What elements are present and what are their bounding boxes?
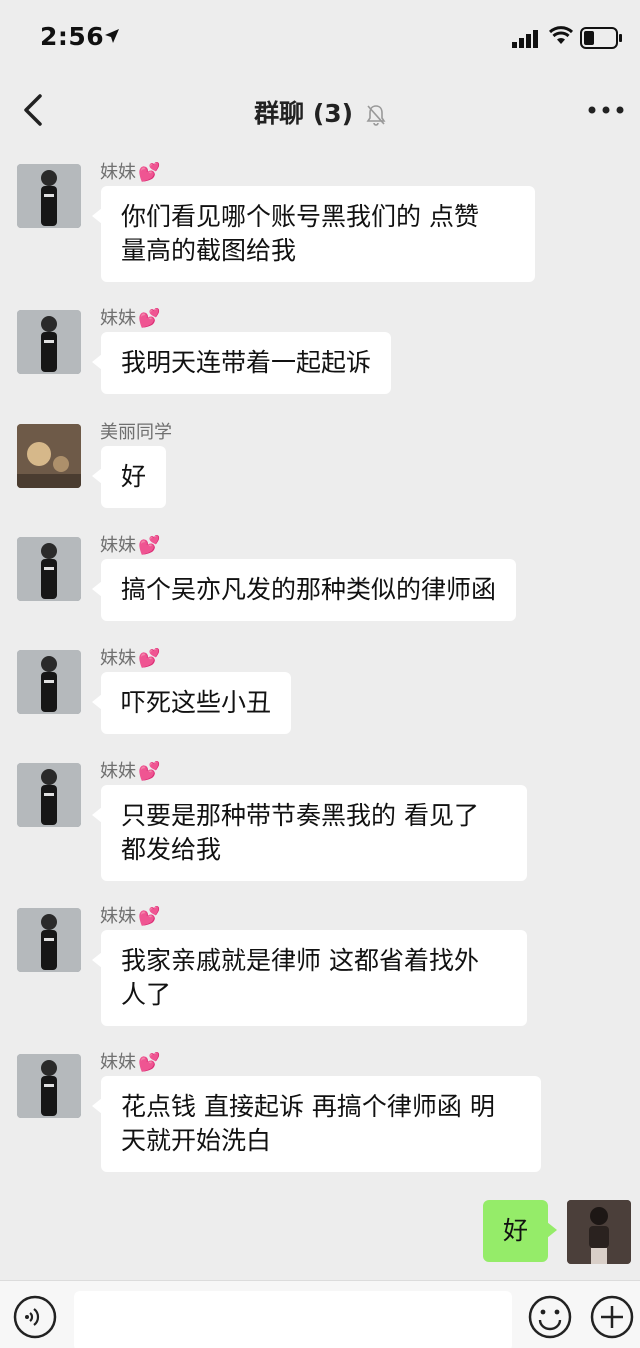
avatar[interactable]	[17, 1054, 81, 1118]
sender-name: 妹妹 💕	[100, 158, 160, 184]
message-bubble[interactable]: 我明天连带着一起起诉	[91, 332, 392, 394]
avatar-person-icon	[17, 1054, 81, 1118]
heart-emoji: 💕	[138, 1052, 161, 1073]
sender-name: 妹妹 💕	[100, 644, 160, 670]
avatar-person-icon	[17, 650, 81, 714]
voice-button[interactable]	[13, 1295, 57, 1339]
message-bubble[interactable]: 你们看见哪个账号黑我们的 点赞 量高的截图给我	[92, 186, 535, 282]
message-line: 好	[121, 462, 147, 491]
sender-label: 妹妹	[100, 308, 136, 329]
message-line: 好	[502, 1216, 528, 1245]
sender-label: 妹妹	[100, 761, 136, 782]
message-bubble[interactable]: 花点钱 直接起诉 再搞个律师函 明 天就开始洗白	[92, 1076, 541, 1172]
sender-name: 妹妹 💕	[100, 902, 160, 928]
message-line: 量高的截图给我	[121, 236, 297, 265]
avatar-photo-icon	[17, 424, 81, 488]
status-time: 2:56	[40, 22, 105, 51]
heart-emoji: 💕	[138, 308, 161, 329]
chat-title: 群聊 (3)	[254, 99, 354, 128]
sender-label: 妹妹	[100, 1052, 136, 1073]
heart-emoji: 💕	[138, 648, 161, 669]
message-bubble[interactable]: 搞个吴亦凡发的那种类似的律师函	[91, 559, 517, 621]
avatar[interactable]	[17, 763, 81, 827]
message-line: 人了	[121, 980, 172, 1009]
signal-icon	[512, 30, 538, 48]
emoji-button[interactable]	[528, 1295, 572, 1339]
message-line: 天就开始洗白	[121, 1126, 272, 1155]
sender-name: 妹妹 💕	[100, 304, 160, 330]
plus-button[interactable]	[590, 1295, 634, 1339]
avatar[interactable]	[17, 650, 81, 714]
location-arrow-icon	[105, 29, 119, 43]
avatar-person-icon	[17, 763, 81, 827]
heart-emoji: 💕	[138, 162, 161, 183]
sender-label: 妹妹	[100, 648, 136, 669]
message-line: 只要是那种带节奏黑我的 看见了	[121, 801, 479, 830]
sender-label: 妹妹	[100, 906, 136, 927]
message-bubble[interactable]: 只要是那种带节奏黑我的 看见了 都发给我	[92, 785, 527, 881]
wifi-icon	[548, 26, 574, 44]
message-bubble[interactable]: 我家亲戚就是律师 这都省着找外 人了	[92, 930, 527, 1026]
battery-icon	[580, 27, 622, 49]
heart-emoji: 💕	[138, 906, 161, 927]
sender-name: 妹妹 💕	[100, 757, 160, 783]
sender-label: 妹妹	[100, 535, 136, 556]
message-line: 花点钱 直接起诉 再搞个律师函 明	[121, 1092, 495, 1121]
sender-name: 美丽同学	[100, 418, 172, 444]
message-line: 搞个吴亦凡发的那种类似的律师函	[121, 575, 497, 604]
message-line: 我明天连带着一起起诉	[121, 348, 372, 377]
my-message-bubble[interactable]: 好	[482, 1200, 558, 1262]
sender-label: 妹妹	[100, 162, 136, 183]
my-avatar[interactable]	[567, 1200, 631, 1264]
sender-name: 妹妹 💕	[100, 531, 160, 557]
sender-name: 妹妹 💕	[100, 1048, 160, 1074]
heart-emoji: 💕	[138, 535, 161, 556]
more-button[interactable]	[586, 102, 626, 118]
avatar-person-icon	[17, 908, 81, 972]
bell-muted-icon	[366, 105, 386, 126]
avatar-person-icon	[17, 310, 81, 374]
message-line: 你们看见哪个账号黑我们的 点赞	[121, 202, 479, 231]
avatar-person-icon	[17, 537, 81, 601]
sender-label: 美丽同学	[100, 422, 172, 443]
avatar-person-icon	[567, 1200, 631, 1264]
message-bubble[interactable]: 吓死这些小丑	[91, 672, 292, 734]
message-bubble[interactable]: 好	[91, 446, 167, 508]
message-input[interactable]	[74, 1291, 512, 1348]
message-list[interactable]: 妹妹 💕 你们看见哪个账号黑我们的 点赞 量高的截图给我 妹妹 💕 我明天连带着一起…	[0, 144, 640, 1280]
avatar[interactable]	[17, 424, 81, 488]
message-line: 吓死这些小丑	[121, 688, 272, 717]
input-bar	[0, 1280, 640, 1348]
avatar[interactable]	[17, 310, 81, 374]
avatar[interactable]	[17, 908, 81, 972]
avatar[interactable]	[17, 164, 81, 228]
heart-emoji: 💕	[138, 761, 161, 782]
message-line: 我家亲戚就是律师 这都省着找外	[121, 946, 479, 975]
avatar-person-icon	[17, 164, 81, 228]
message-line: 都发给我	[121, 835, 222, 864]
chat-title-wrap: 群聊 (3)	[0, 94, 640, 130]
avatar[interactable]	[17, 537, 81, 601]
status-bar: 2:56	[0, 0, 640, 76]
chat-header: 群聊 (3)	[0, 76, 640, 144]
